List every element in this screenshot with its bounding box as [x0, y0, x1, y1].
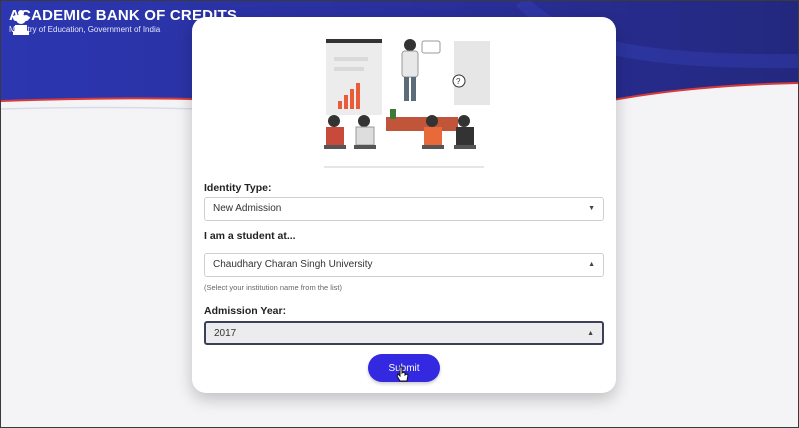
admission-year-value: 2017 [214, 328, 237, 339]
admission-year-select[interactable]: 2017 ▲ [204, 321, 604, 345]
caret-up-icon: ▲ [587, 330, 594, 337]
classroom-illustration: ? [324, 39, 490, 168]
institution-select[interactable]: Chaudhary Charan Singh University ▲ [204, 253, 604, 277]
page-frame: ACADEMIC BANK OF CREDITS Ministry of Edu… [0, 0, 799, 428]
registration-card: ? Identity Type: New Admission ▼ I am a … [192, 17, 616, 393]
identity-type-value: New Admission [213, 203, 282, 214]
identity-type-label: Identity Type: [204, 182, 272, 194]
student-at-label: I am a student at... [204, 230, 296, 242]
admission-year-label: Admission Year: [204, 305, 287, 317]
svg-text:?: ? [456, 77, 461, 86]
identity-type-select[interactable]: New Admission ▼ [204, 197, 604, 221]
caret-down-icon: ▼ [588, 205, 595, 212]
caret-up-icon: ▲ [588, 261, 595, 268]
national-emblem-icon [13, 10, 29, 35]
institution-value: Chaudhary Charan Singh University [213, 259, 373, 270]
institution-hint: (Select your institution name from the l… [204, 283, 342, 292]
hand-pointer-icon [396, 366, 409, 382]
